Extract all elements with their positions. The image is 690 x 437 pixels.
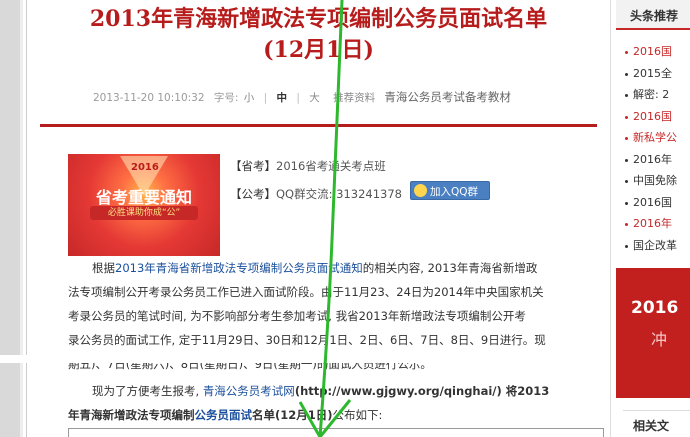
promo-tag-provincial: 【省考】 (230, 159, 276, 173)
promo-qq-group-text: QQ群交流: 313241378 (276, 187, 402, 201)
body-line: 考录公务员的笔试时间, 为不影响部分考生参加考试, 我省2013年新增政法专项编… (68, 309, 526, 323)
promo-link-course[interactable]: 2016省考通关考点班 (276, 159, 386, 173)
body-text: 名单(12月1日) (252, 408, 333, 422)
sidebar-news-item[interactable]: 2016国 (623, 192, 690, 214)
sidebar-news-item-label: 2016年 (633, 152, 672, 166)
sidebar-news-item[interactable]: 中国免除 (623, 170, 690, 192)
body-link-interview-notice[interactable]: 2013年青海省新增政法专项编制公务员面试通知 (115, 261, 363, 275)
sidebar-news-item-label: 2016国 (633, 109, 672, 123)
sidebar-news-item-label: 解密: 2 (633, 88, 670, 101)
bullet-dot-icon (625, 244, 628, 248)
recommend-link[interactable]: 青海公务员考试备考教材 (384, 90, 511, 104)
sidebar-banner-text: 冲 (651, 330, 668, 349)
promo-tag-public: 【公考】 (230, 187, 276, 201)
sidebar-news-item-label: 2016年 (633, 217, 672, 230)
promo-image-title: 省考重要通知 (95, 188, 192, 207)
meta-separator: | (296, 92, 300, 104)
body-text: 现为了方便考生报考, (92, 384, 203, 398)
bullet-dot-icon (625, 223, 628, 226)
sidebar-news-item-label: 新私学公 (633, 131, 677, 144)
result-table (68, 428, 604, 437)
sidebar-ad-banner[interactable]: 2016 冲 (616, 268, 690, 398)
body-text: 年青海新增政法专项编制 (68, 408, 195, 422)
bullet-dot-icon (625, 72, 628, 76)
bullet-dot-icon (625, 51, 628, 54)
article-title-line1: 2013年青海新增政法专项编制公务员面试名单 (89, 6, 548, 32)
body-line: 年青海新增政法专项编制公务员面试名单(12月1日)公布如下: (68, 403, 598, 427)
article-meta: 2013-11-20 10:10:32 字号: 小 | 中 | 大 推荐资料 青… (93, 89, 517, 105)
article-panel: 2013年青海新增政法专项编制公务员面试名单 (12月1日) 2013-11-2… (27, 0, 610, 437)
sidebar-news-item[interactable]: 2016年 (623, 213, 690, 235)
sidebar-news-item-label: 2016国 (633, 45, 672, 58)
body-line: 法专项编制公开考录公务员工作已进入面试阶段。由于11月23、24日为2014年中… (68, 285, 544, 299)
promo-line-provincial: 【省考】2016省考通关考点班 (230, 158, 386, 174)
body-link-exam-site[interactable]: 青海公务员考试网 (203, 384, 295, 398)
related-articles-title: 相关文 (633, 419, 670, 433)
bullet-dot-icon (625, 201, 628, 205)
publish-date: 2013-11-20 10:10:32 (93, 92, 205, 104)
sidebar-header-title: 头条推荐 (630, 9, 679, 23)
font-size-small-button[interactable]: 小 (244, 92, 255, 104)
promo-banner-image[interactable]: 2016 省考重要通知 必胜课助你成“公” (68, 154, 220, 256)
sidebar-news-item-label: 2016国 (633, 195, 672, 209)
font-size-large-button[interactable]: 大 (309, 92, 320, 104)
left-gutter (0, 0, 20, 437)
promo-image-subtitle: 必胜课助你成“公” (107, 208, 181, 218)
font-size-label: 字号: (213, 92, 239, 104)
sidebar-news-item[interactable]: 2016国 (623, 41, 690, 63)
sidebar: 头条推荐 2016国 2015全 解密: 2 2016国 新私学公 2016年 中国免除 20… (610, 0, 690, 437)
related-articles-header: 相关文 (623, 410, 690, 437)
sidebar-news-item[interactable]: 2016年 (623, 149, 690, 171)
sidebar-news-list: 2016国 2015全 解密: 2 2016国 新私学公 2016年 中国免除 2016国 20… (623, 41, 690, 256)
recommend-label: 推荐资料 (333, 92, 376, 104)
sidebar-news-item-label: 中国免除 (633, 174, 677, 187)
left-gutter-edge (20, 0, 23, 437)
body-line: 根据2013年青海省新增政法专项编制公务员面试通知的相关内容, 2013年青海省… (68, 256, 598, 280)
bullet-dot-icon (625, 94, 628, 97)
join-qq-group-button[interactable]: 加入QQ群 (410, 181, 490, 200)
body-line: 录公务员的面试工作, 定于11月29日、30日和12月1日、2日、6日、7日、8… (68, 333, 546, 347)
sidebar-news-item[interactable]: 解密: 2 (623, 84, 690, 106)
promo-line-qq: 【公考】QQ群交流: 313241378 (230, 186, 402, 202)
title-divider (40, 124, 597, 127)
sidebar-banner-year: 2016 (631, 298, 679, 318)
sidebar-news-item[interactable]: 2015全 (623, 63, 690, 85)
bullet-dot-icon (625, 137, 628, 140)
body-link-interview[interactable]: 公务员面试 (195, 408, 253, 422)
sidebar-news-item-label: 国企改革 (633, 238, 677, 252)
sidebar-header: 头条推荐 (616, 0, 690, 30)
sidebar-news-item[interactable]: 国企改革 (623, 235, 690, 257)
promo-image-year: 2016 (131, 162, 159, 173)
body-text: 的相关内容, 2013年青海省新增政 (362, 261, 538, 275)
bullet-dot-icon (625, 158, 628, 162)
sidebar-news-item-label: 2015全 (633, 66, 672, 80)
qq-penguin-icon (414, 184, 427, 197)
bullet-dot-icon (625, 180, 628, 183)
meta-separator: | (263, 92, 268, 104)
body-text: 公布如下: (332, 408, 383, 422)
sidebar-news-item[interactable]: 2016国 (623, 106, 690, 128)
sidebar-news-item[interactable]: 新私学公 (623, 127, 690, 149)
body-line: 现为了方便考生报考, 青海公务员考试网(http://www.gjgwy.org… (68, 379, 598, 403)
article-title-line2: (12月1日) (263, 37, 374, 63)
body-text: (http://www.gjgwy.org/qinghai/) 将2013 (294, 384, 550, 398)
join-qq-group-label: 加入QQ群 (430, 186, 479, 198)
bullet-dot-icon (625, 115, 628, 119)
render-gap-strip (0, 355, 612, 363)
font-size-medium-button[interactable]: 中 (277, 92, 288, 104)
body-text: 根据 (92, 261, 115, 275)
